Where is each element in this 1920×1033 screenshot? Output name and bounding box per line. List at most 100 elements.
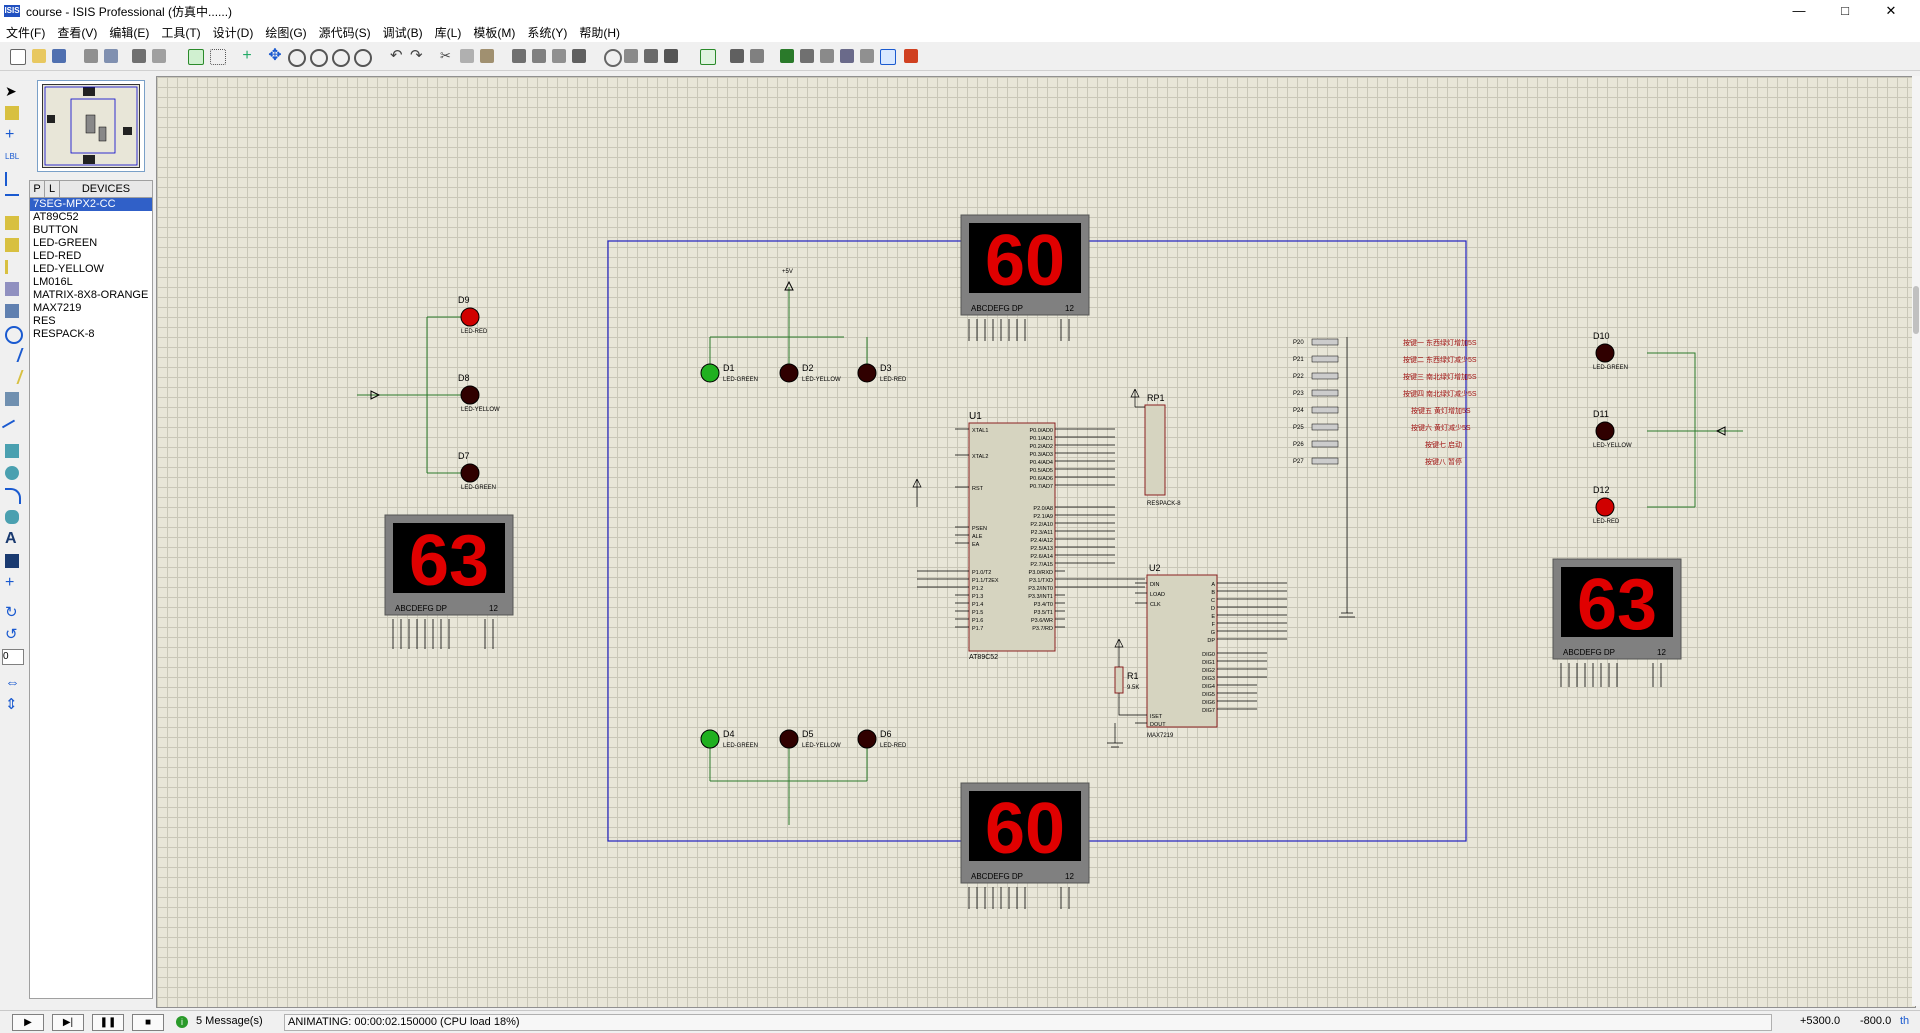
- line-mode-icon[interactable]: [1, 419, 23, 441]
- exit-to-parent-icon[interactable]: [820, 49, 834, 63]
- block-delete-icon[interactable]: [572, 49, 586, 63]
- paste-icon[interactable]: [480, 49, 494, 63]
- decompose-icon[interactable]: [664, 49, 678, 63]
- display-left[interactable]: 63 ABCDEFG DP 12: [384, 514, 514, 616]
- pause-button[interactable]: ❚❚: [92, 1014, 124, 1031]
- virtual-instruments-icon[interactable]: [5, 392, 19, 406]
- block-rotate-icon[interactable]: [552, 49, 566, 63]
- device-item[interactable]: 7SEG-MPX2-CC: [30, 198, 152, 211]
- block-move-icon[interactable]: [532, 49, 546, 63]
- led-d1-icon[interactable]: [700, 363, 720, 383]
- u1-at89c52[interactable]: U1 AT89C52 XTAL1 XTAL2 RST PSEN ALE EA P…: [917, 411, 1145, 661]
- stop-button[interactable]: ■: [132, 1014, 164, 1031]
- mirror-vertical-icon[interactable]: ⇕: [5, 697, 19, 712]
- message-count[interactable]: 5 Message(s): [196, 1014, 263, 1029]
- wire-label-mode-icon[interactable]: LBL: [5, 150, 19, 164]
- netlist-icon[interactable]: [880, 49, 896, 65]
- minimize-button[interactable]: —: [1776, 0, 1822, 22]
- led-d11-icon[interactable]: [1595, 421, 1615, 441]
- path-mode-icon[interactable]: [5, 510, 19, 524]
- print-icon[interactable]: [132, 49, 146, 63]
- box-mode-icon[interactable]: [5, 444, 19, 458]
- new-file-icon[interactable]: [10, 49, 26, 65]
- rp1-respack[interactable]: RP1 RESPACK-8: [1130, 388, 1181, 507]
- led-d9-icon[interactable]: [460, 307, 480, 327]
- device-item[interactable]: BUTTON: [30, 224, 152, 237]
- led-d5-icon[interactable]: [779, 729, 799, 749]
- close-button[interactable]: ✕: [1868, 0, 1914, 22]
- zoom-out-icon[interactable]: [310, 49, 328, 67]
- rotate-clockwise-icon[interactable]: ↻: [5, 605, 19, 620]
- graph-mode-icon[interactable]: [5, 282, 19, 296]
- device-item[interactable]: RES: [30, 315, 152, 328]
- u2-max7219[interactable]: U2 MAX7219 DIN LOAD CLK ISET DOUT A B C …: [1135, 563, 1287, 739]
- cut-icon[interactable]: ✂: [440, 49, 454, 63]
- text-script-mode-icon[interactable]: [5, 172, 21, 186]
- bill-of-materials-icon[interactable]: [840, 49, 854, 63]
- menu-library[interactable]: 库(L): [429, 24, 468, 41]
- open-folder-icon[interactable]: [32, 49, 46, 63]
- menu-design[interactable]: 设计(D): [207, 24, 260, 41]
- led-d4-icon[interactable]: [700, 729, 720, 749]
- led-d6-icon[interactable]: [857, 729, 877, 749]
- zoom-all-icon[interactable]: [332, 49, 350, 67]
- junction-mode-icon[interactable]: +: [5, 127, 19, 143]
- pick-device-icon[interactable]: [604, 49, 622, 67]
- save-icon[interactable]: [52, 49, 66, 63]
- refresh-icon[interactable]: [188, 49, 204, 65]
- origin-icon[interactable]: +: [240, 48, 254, 64]
- new-sheet-icon[interactable]: [780, 49, 794, 63]
- device-pins-mode-icon[interactable]: [5, 260, 22, 274]
- current-probe-icon[interactable]: [2, 370, 24, 384]
- print-area-icon[interactable]: [152, 49, 166, 63]
- led-d7-icon[interactable]: [460, 463, 480, 483]
- zoom-in-icon[interactable]: [288, 49, 306, 67]
- device-item[interactable]: LM016L: [30, 276, 152, 289]
- undo-icon[interactable]: ↶: [390, 48, 404, 63]
- remove-sheet-icon[interactable]: [800, 49, 814, 63]
- terminals-mode-icon[interactable]: [5, 238, 19, 252]
- symbol-mode-icon[interactable]: [5, 554, 19, 568]
- device-item[interactable]: LED-YELLOW: [30, 263, 152, 276]
- device-item[interactable]: MATRIX-8X8-ORANGE: [30, 289, 152, 302]
- import-icon[interactable]: [84, 49, 98, 63]
- display-right[interactable]: 63 ABCDEFG DP 12: [1552, 558, 1682, 660]
- schematic-canvas[interactable]: 60 ABCDEFG DP 12 60 ABCDEFG DP 12 63 ABC…: [156, 76, 1916, 1008]
- make-device-icon[interactable]: [624, 49, 638, 63]
- device-item[interactable]: RESPACK-8: [30, 328, 152, 341]
- maximize-button[interactable]: □: [1822, 0, 1868, 22]
- mirror-horizontal-icon[interactable]: ⇔: [5, 675, 20, 690]
- led-d2-icon[interactable]: [779, 363, 799, 383]
- vertical-scrollbar[interactable]: [1912, 76, 1920, 1006]
- pan-icon[interactable]: ✥: [268, 48, 282, 64]
- bus-mode-icon[interactable]: [5, 194, 19, 210]
- marker-mode-icon[interactable]: +: [5, 575, 19, 591]
- search-tag-icon[interactable]: [730, 49, 744, 63]
- redo-icon[interactable]: ↷: [410, 48, 424, 63]
- overview-window[interactable]: [37, 80, 145, 172]
- electrical-check-icon[interactable]: [860, 49, 874, 63]
- package-tool-icon[interactable]: [644, 49, 658, 63]
- device-item[interactable]: MAX7219: [30, 302, 152, 315]
- ares-icon[interactable]: [904, 49, 918, 63]
- info-icon[interactable]: i: [176, 1016, 188, 1028]
- play-button[interactable]: ▶: [12, 1014, 44, 1031]
- menu-graph[interactable]: 绘图(G): [259, 24, 312, 41]
- menu-source[interactable]: 源代码(S): [313, 24, 377, 41]
- led-d8-icon[interactable]: [460, 385, 480, 405]
- wire-autorouter-icon[interactable]: [700, 49, 716, 65]
- menu-view[interactable]: 查看(V): [51, 24, 103, 41]
- led-d3-icon[interactable]: [857, 363, 877, 383]
- component-mode-icon[interactable]: [5, 106, 19, 120]
- circle-mode-icon[interactable]: [5, 466, 19, 480]
- selection-mode-icon[interactable]: ➤: [5, 84, 19, 98]
- copy-icon[interactable]: [460, 49, 474, 63]
- tab-libraries[interactable]: L: [45, 181, 60, 197]
- text-mode-icon[interactable]: A: [5, 531, 19, 547]
- tape-recorder-icon[interactable]: [5, 304, 19, 318]
- led-d10-icon[interactable]: [1595, 343, 1615, 363]
- property-tool-icon[interactable]: [750, 49, 764, 63]
- menu-edit[interactable]: 编辑(E): [103, 24, 155, 41]
- led-d12-icon[interactable]: [1595, 497, 1615, 517]
- tab-pick-devices[interactable]: P: [30, 181, 45, 197]
